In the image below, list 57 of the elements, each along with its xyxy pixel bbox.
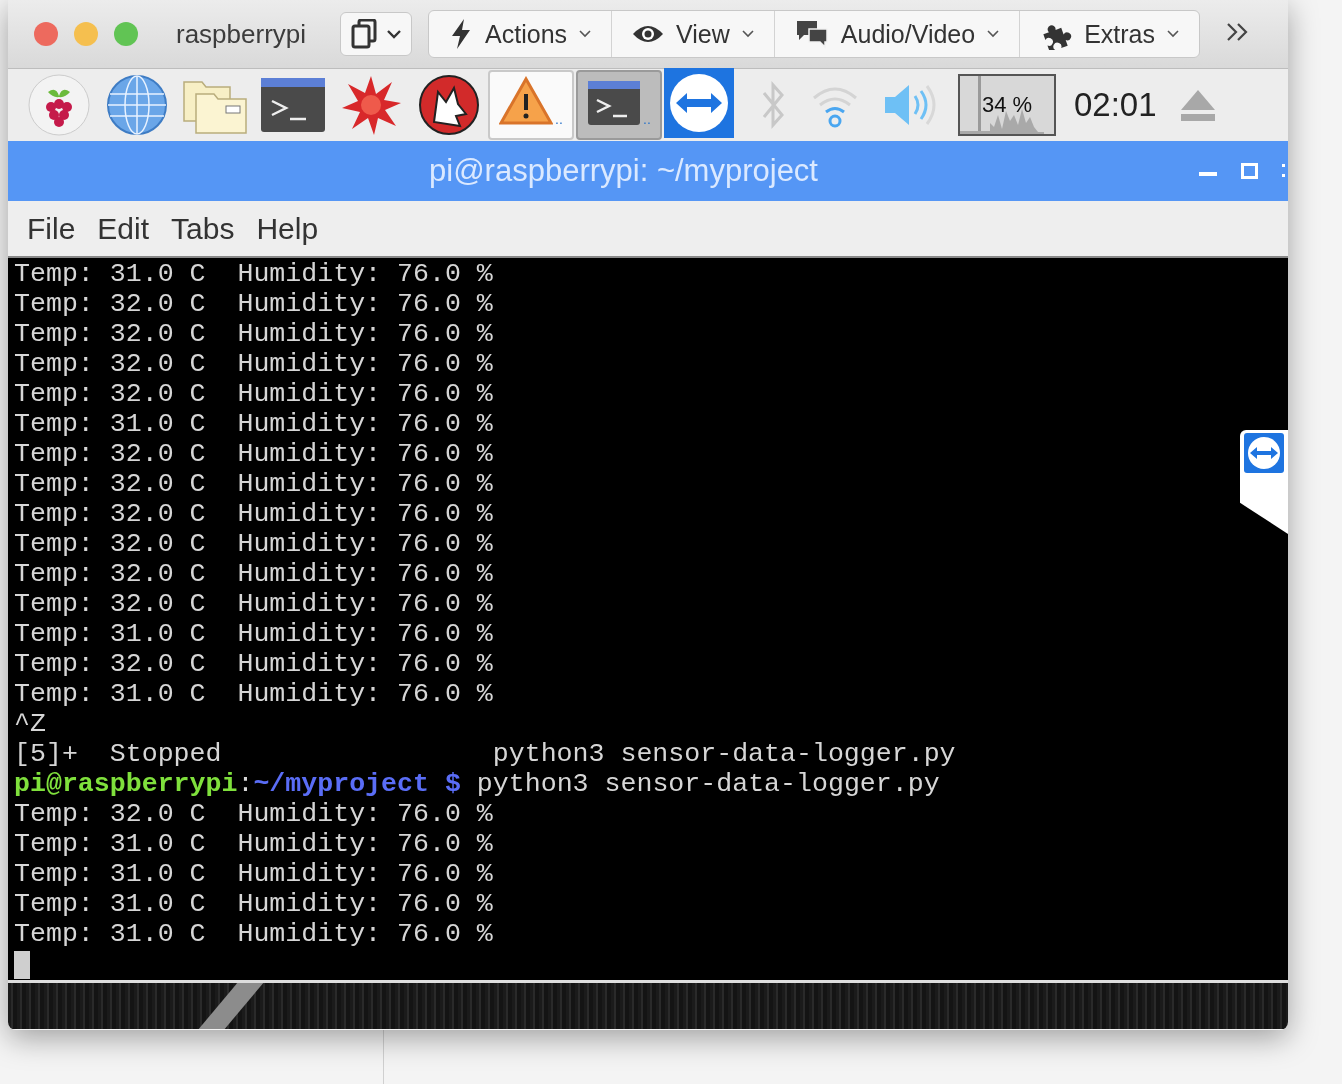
output-line: Temp: 32.0 C Humidity: 76.0 %: [14, 289, 493, 319]
window-title: raspberrypi: [176, 18, 307, 50]
output-line: Temp: 31.0 C Humidity: 76.0 %: [14, 829, 493, 859]
globe-icon[interactable]: [106, 74, 168, 136]
eye-icon: [632, 24, 665, 44]
caret-icon: [987, 30, 1000, 38]
output-line: ^Z: [14, 709, 46, 739]
output-line: Temp: 32.0 C Humidity: 76.0 %: [14, 319, 493, 349]
output-line: Temp: 32.0 C Humidity: 76.0 %: [14, 439, 493, 469]
caret-icon: [387, 29, 402, 39]
output-line: Temp: 32.0 C Humidity: 76.0 %: [14, 589, 493, 619]
raspberry-icon[interactable]: [28, 74, 90, 136]
terminal-icon[interactable]: [260, 77, 326, 133]
caret-icon: [1167, 30, 1180, 38]
output-line: Temp: 32.0 C Humidity: 76.0 %: [14, 529, 493, 559]
chat-bubbles-icon: [794, 19, 829, 49]
pages-icon: [351, 19, 378, 49]
toolbar-menu-button[interactable]: Audio/Video: [773, 11, 1020, 57]
eject-icon[interactable]: [1178, 88, 1217, 122]
output-line: Temp: 32.0 C Humidity: 76.0 %: [14, 469, 493, 499]
text-cursor: [14, 951, 30, 979]
warning-icon: [499, 76, 554, 126]
output-line: Temp: 31.0 C Humidity: 76.0 %: [14, 619, 493, 649]
toolbar-menu-button[interactable]: Actions: [429, 11, 612, 57]
output-line: Temp: 31.0 C Humidity: 76.0 %: [14, 919, 493, 949]
output-line: Temp: 32.0 C Humidity: 76.0 %: [14, 499, 493, 529]
menu-item[interactable]: Edit: [86, 211, 161, 246]
cpu-monitor[interactable]: 34 %: [958, 74, 1056, 136]
output-line: Temp: 31.0 C Humidity: 76.0 %: [14, 679, 493, 709]
output-line: Temp: 32.0 C Humidity: 76.0 %: [14, 799, 493, 829]
terminal-icon: [587, 80, 642, 126]
output-line: Temp: 32.0 C Humidity: 76.0 %: [14, 349, 493, 379]
output-line: [5]+ Stopped python3 sensor-data-logger.py: [14, 739, 956, 769]
close-button[interactable]: [34, 22, 58, 46]
output-line: Temp: 32.0 C Humidity: 76.0 %: [14, 379, 493, 409]
output-line: Temp: 31.0 C Humidity: 76.0 %: [14, 859, 493, 889]
menu-item[interactable]: Tabs: [160, 211, 246, 246]
output-line: Temp: 32.0 C Humidity: 76.0 %: [14, 559, 493, 589]
output-line: Temp: 31.0 C Humidity: 76.0 %: [14, 889, 493, 919]
maximize-icon[interactable]: [1241, 163, 1258, 179]
caret-icon: [741, 30, 754, 38]
menu-item[interactable]: Help: [245, 211, 330, 246]
clock: 02:01: [1074, 86, 1157, 124]
toolbar-menu-button[interactable]: Extras: [1019, 11, 1200, 57]
output-line: Temp: 31.0 C Humidity: 76.0 %: [14, 259, 493, 289]
taskbar-button[interactable]: ..: [488, 70, 574, 140]
output-line: Temp: 32.0 C Humidity: 76.0 %: [14, 649, 493, 679]
toolbar-menu-button[interactable]: View: [611, 11, 774, 57]
output-line: Temp: 31.0 C Humidity: 76.0 %: [14, 409, 493, 439]
clipboard-dropdown-button[interactable]: [340, 12, 413, 56]
starburst-icon[interactable]: [340, 74, 402, 136]
zoom-button[interactable]: [114, 22, 138, 46]
terminal-title: pi@raspberrypi: ~/myproject: [428, 153, 819, 189]
prompt-line: pi@raspberrypi:~/myproject $ python3 sensor-data-logger.py: [14, 769, 940, 799]
remote-control-side-tab[interactable]: [1240, 430, 1288, 534]
caret-icon: [579, 30, 592, 38]
menu-item[interactable]: File: [16, 211, 87, 246]
